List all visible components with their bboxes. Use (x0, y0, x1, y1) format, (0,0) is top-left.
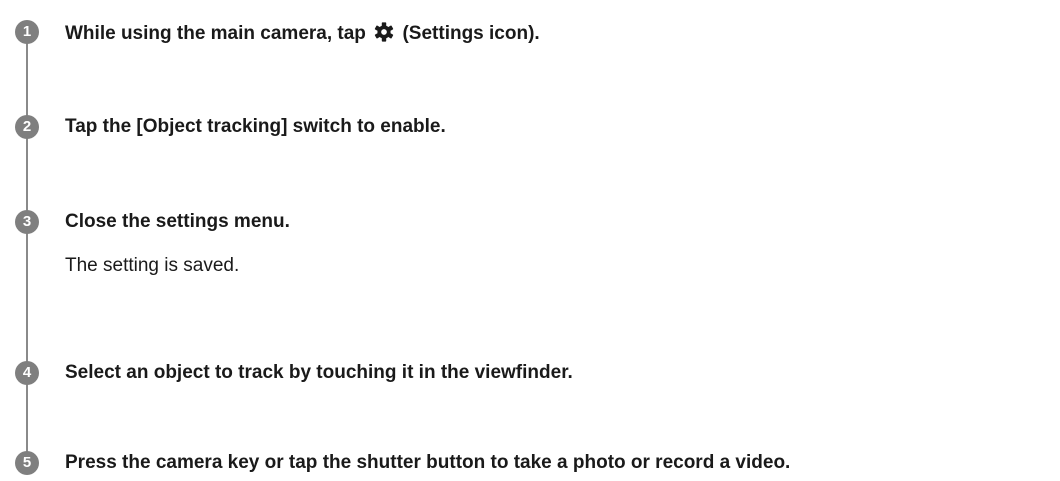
step-description: The setting is saved. (65, 255, 240, 276)
gear-icon (373, 21, 395, 43)
step-number-badge: 1 (15, 20, 39, 44)
step-title: Tap the [Object tracking] switch to enab… (65, 116, 446, 137)
step-text-before-icon: While using the main camera, tap (65, 23, 366, 44)
step-title: Select an object to track by touching it… (65, 362, 573, 383)
step-connector-line (26, 30, 28, 470)
step-title: Press the camera key or tap the shutter … (65, 452, 791, 473)
step-title: Close the settings menu. (65, 211, 290, 232)
step-text-after-icon: (Settings icon). (402, 23, 540, 44)
step-number-badge: 4 (15, 361, 39, 385)
step-number-badge: 3 (15, 210, 39, 234)
step-title: While using the main camera, tap (Settin… (65, 21, 540, 45)
steps-list: 1 While using the main camera, tap (Sett… (0, 0, 1060, 481)
step-number-badge: 5 (15, 451, 39, 475)
step-number-badge: 2 (15, 115, 39, 139)
